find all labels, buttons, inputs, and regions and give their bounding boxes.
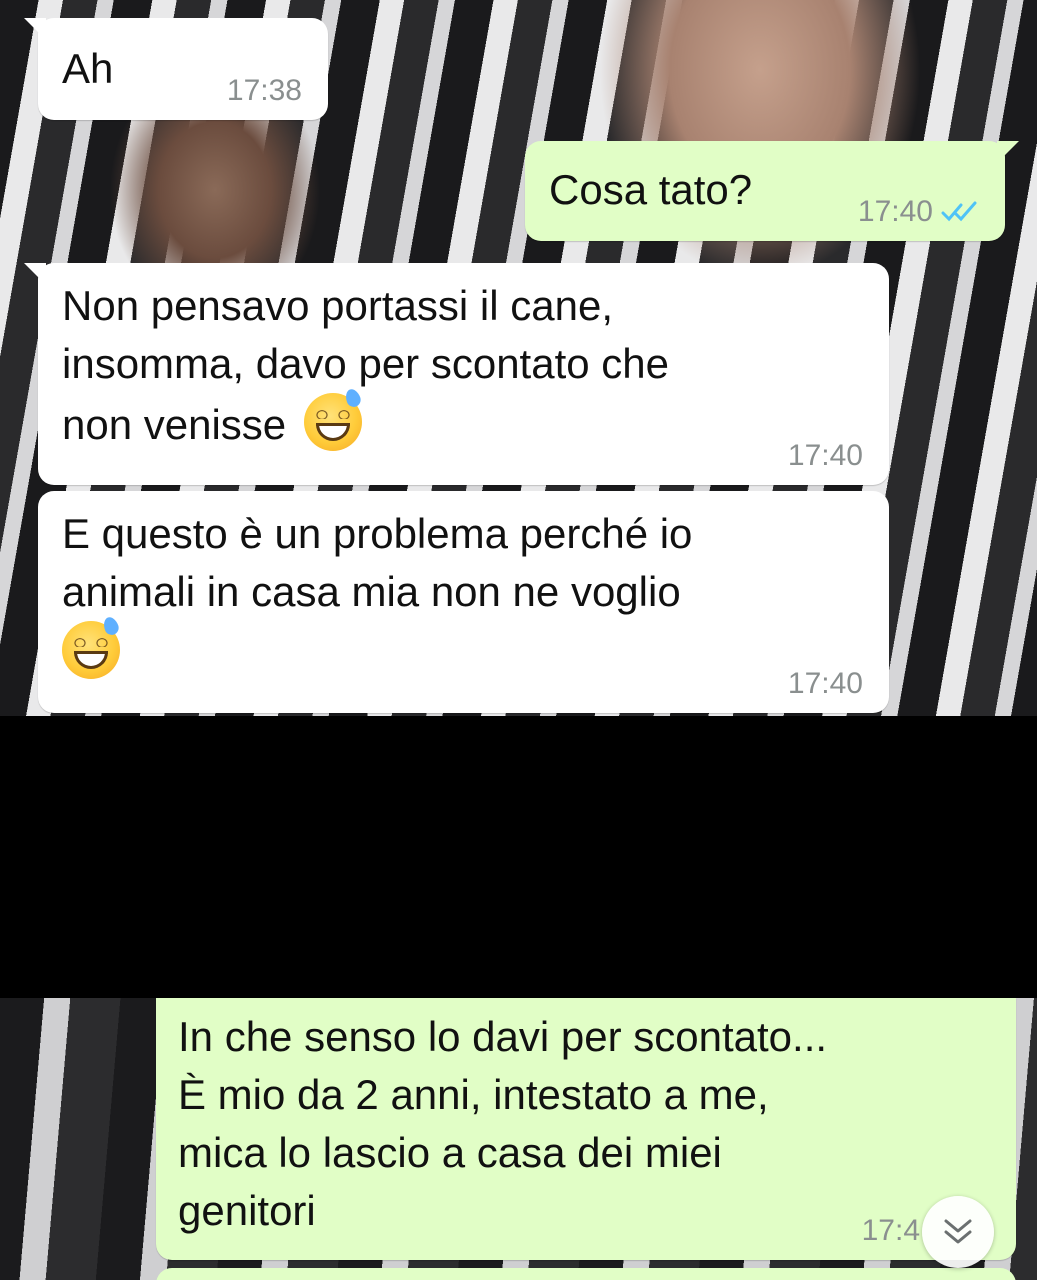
message-body: Non pensavo portassi il cane, insomma, d…: [62, 282, 669, 448]
incoming-message[interactable]: E questo è un problema perché io animali…: [38, 491, 889, 713]
scroll-down-button[interactable]: [922, 1196, 994, 1268]
timestamp: 17:40: [787, 667, 863, 700]
message-text: Ah: [62, 45, 114, 92]
chat-screenshot-top: Ah 17:38 Cosa tato? 17:40 Non pensavo po…: [0, 0, 1037, 716]
message-text: E questo è un problema perché io animali…: [62, 505, 692, 682]
incoming-message[interactable]: Ah 17:38: [24, 18, 328, 120]
incoming-message[interactable]: Non pensavo portassi il cane, insomma, d…: [24, 263, 889, 485]
timestamp: 17:4: [861, 1214, 920, 1247]
message-text: In che senso lo davi per scontato... È m…: [178, 1013, 828, 1234]
chevron-double-down-icon: [944, 1219, 972, 1244]
message-time: 17:38: [227, 74, 302, 108]
timestamp: 17:38: [226, 74, 302, 107]
message-text: Cosa tato?: [549, 166, 753, 213]
outgoing-message[interactable]: In che senso lo davi per scontato... È m…: [156, 998, 1016, 1260]
message-body: E questo è un problema perché io animali…: [62, 510, 693, 615]
timestamp: 17:40: [787, 439, 863, 472]
grinning-sweat-emoji: [303, 387, 363, 451]
message-time: 17:40: [788, 667, 863, 701]
message-time: 17:40: [858, 195, 979, 229]
chat-screenshot-bottom: In che senso lo davi per scontato... È m…: [0, 998, 1037, 1280]
double-check-icon: [941, 201, 977, 222]
timestamp: 17:40: [857, 195, 933, 228]
outgoing-message[interactable]: Cosa tato? 17:40: [525, 141, 1019, 241]
black-divider: [0, 716, 1037, 998]
message-time: 17:40: [788, 439, 863, 473]
outgoing-message-partial[interactable]: [156, 1268, 1016, 1280]
message-text: Non pensavo portassi il cane, insomma, d…: [62, 277, 669, 454]
grinning-sweat-emoji: [62, 615, 121, 679]
message-time: 17:4: [862, 1214, 920, 1248]
